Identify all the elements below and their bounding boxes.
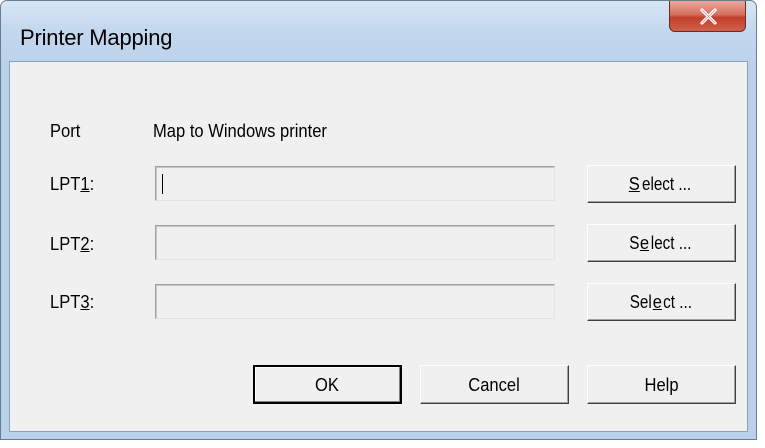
port-column-header: Port <box>50 121 81 141</box>
printer-mapping-dialog: Printer Mapping Port Map to Windows prin… <box>0 0 757 440</box>
close-button[interactable] <box>669 1 746 32</box>
lpt3-label: LPT3: <box>50 292 95 312</box>
lpt1-select-button[interactable]: Select ... <box>587 165 736 203</box>
lpt2-printer-field[interactable] <box>155 225 555 260</box>
text-caret <box>162 174 163 194</box>
title-bar[interactable]: Printer Mapping <box>1 1 756 61</box>
lpt3-printer-field[interactable] <box>155 284 555 319</box>
cancel-button[interactable]: Cancel <box>420 365 569 404</box>
help-button[interactable]: Help <box>587 365 736 404</box>
ok-button[interactable]: OK <box>253 365 402 404</box>
lpt1-label: LPT1: <box>50 174 95 194</box>
lpt2-select-button[interactable]: Select ... <box>587 224 736 262</box>
dialog-body: Port Map to Windows printer LPT1: Select… <box>9 61 748 432</box>
lpt1-printer-field[interactable] <box>155 166 555 201</box>
lpt2-label: LPT2: <box>50 234 95 254</box>
window-title: Printer Mapping <box>20 25 173 50</box>
lpt3-select-button[interactable]: Select ... <box>587 283 736 321</box>
printer-column-header: Map to Windows printer <box>153 121 327 141</box>
close-icon <box>700 8 717 25</box>
